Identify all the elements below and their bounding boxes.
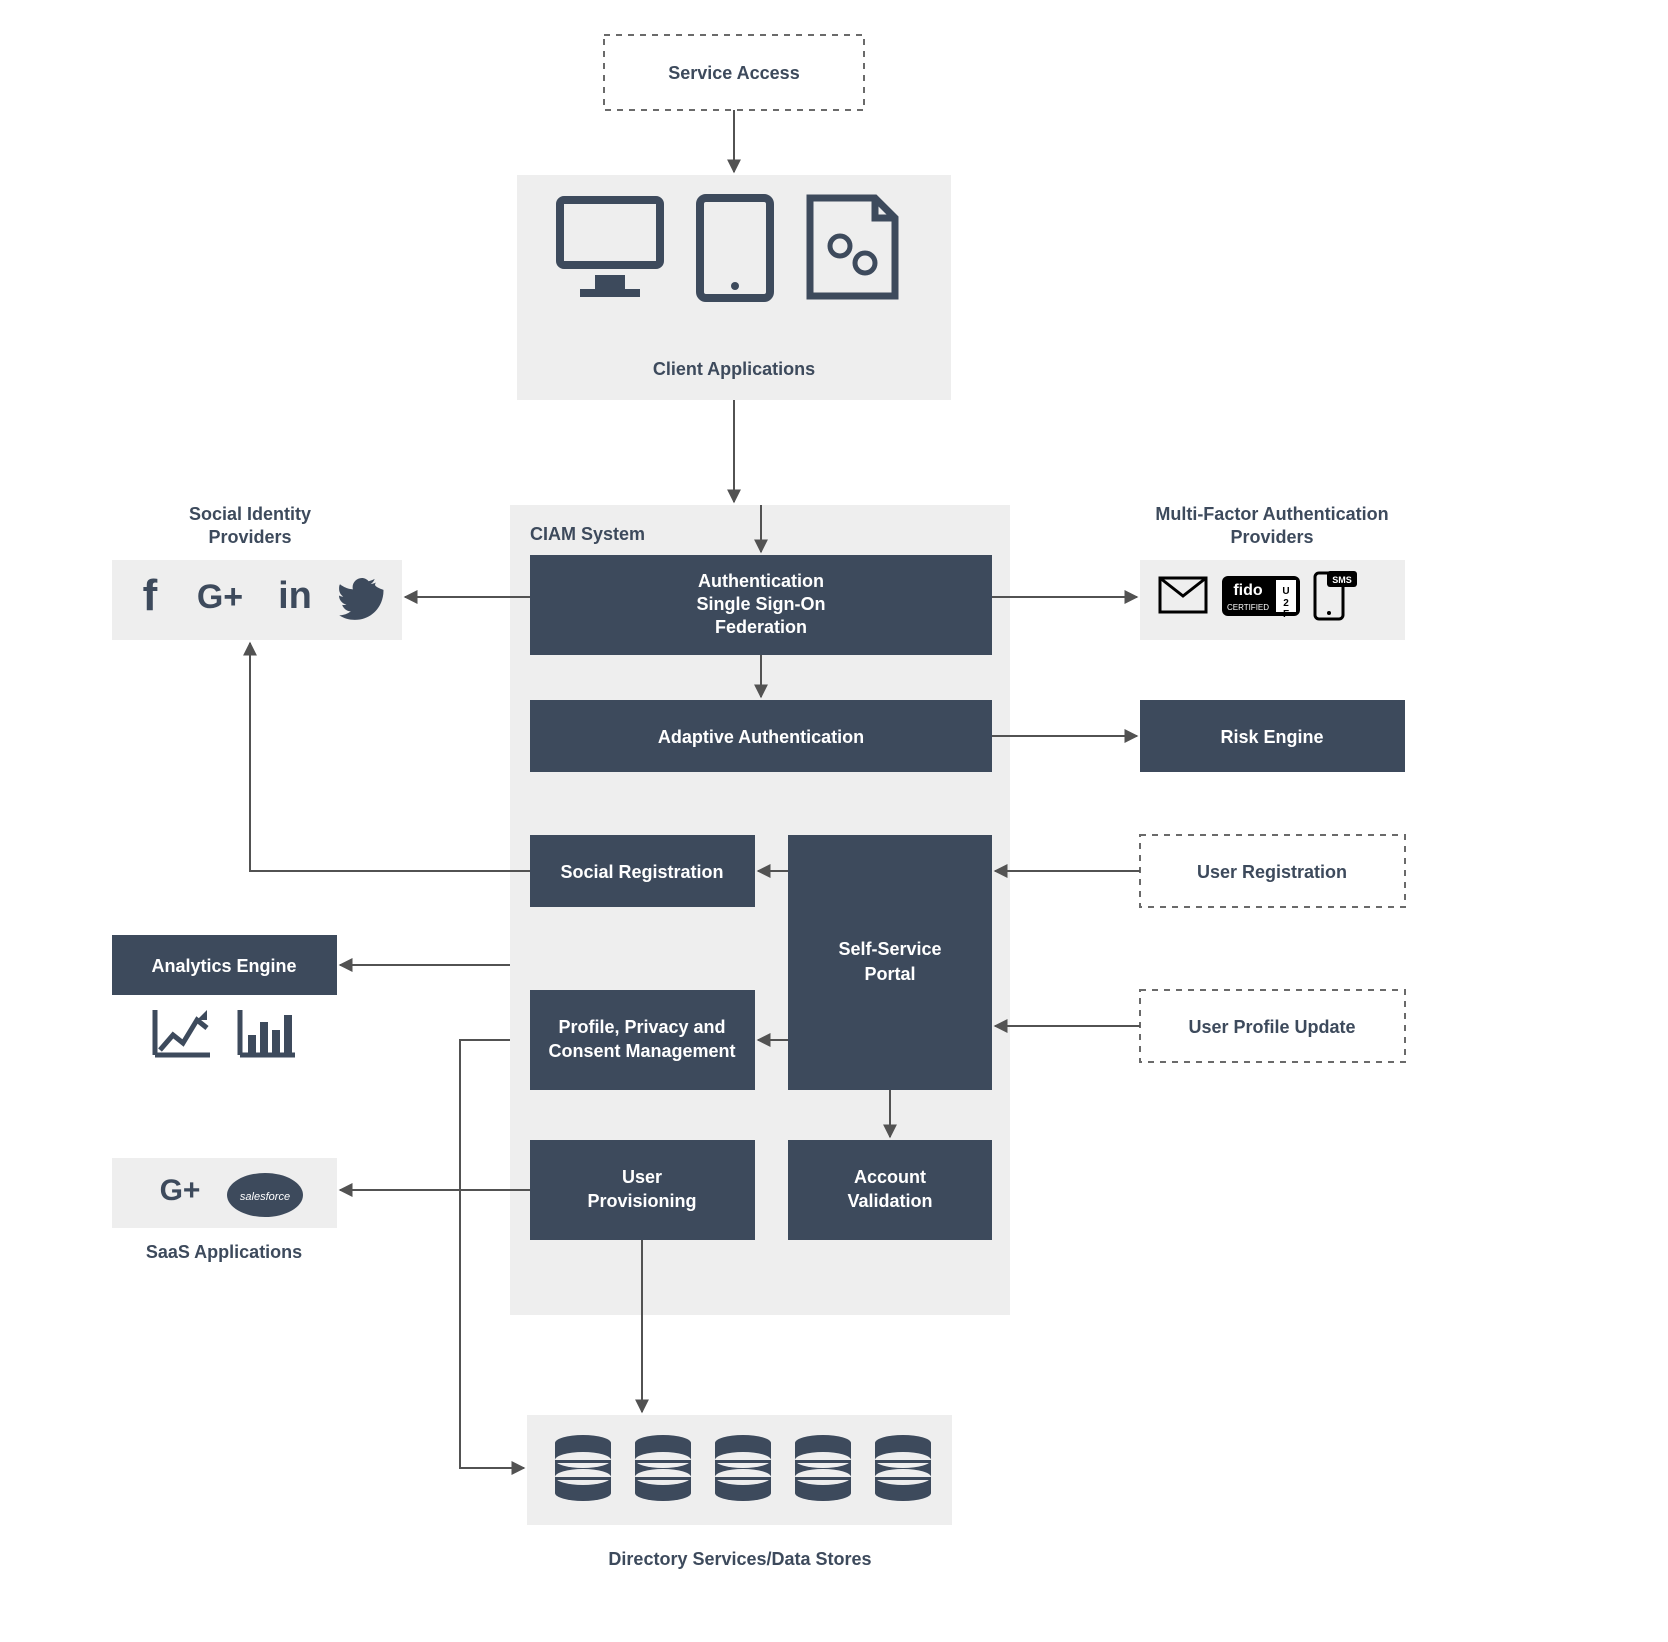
directory-services-label: Directory Services/Data Stores: [608, 1549, 871, 1569]
linkedin-icon: in: [278, 575, 312, 617]
auth-line1: Authentication: [698, 571, 824, 591]
salesforce-icon: salesforce: [227, 1173, 303, 1217]
account-validation-line1: Account: [854, 1167, 926, 1187]
account-validation-line2: Validation: [847, 1191, 932, 1211]
auth-line3: Federation: [715, 617, 807, 637]
mfa-line1: Multi-Factor Authentication: [1155, 504, 1388, 524]
service-access-label: Service Access: [668, 63, 799, 83]
facebook-icon: f: [143, 571, 158, 620]
google-plus-icon: G+: [197, 578, 243, 616]
bar-chart-icon: [240, 1010, 295, 1055]
database-icon: [795, 1435, 851, 1501]
profile-line2: Consent Management: [548, 1041, 735, 1061]
user-provisioning-line2: Provisioning: [587, 1191, 696, 1211]
svg-text:SMS: SMS: [1332, 575, 1352, 585]
svg-text:CERTIFIED: CERTIFIED: [1227, 603, 1269, 612]
client-applications-label: Client Applications: [653, 359, 815, 379]
user-registration-label: User Registration: [1197, 862, 1347, 882]
self-service-portal-box: [788, 835, 992, 1090]
database-icon: [715, 1435, 771, 1501]
line-chart-icon: [155, 1010, 210, 1055]
social-registration-label: Social Registration: [560, 862, 723, 882]
mfa-line2: Providers: [1230, 527, 1313, 547]
ciam-system-title: CIAM System: [530, 524, 645, 544]
svg-text:2: 2: [1283, 598, 1289, 609]
user-provisioning-line1: User: [622, 1167, 662, 1187]
auth-line2: Single Sign-On: [697, 594, 826, 614]
svg-text:fido: fido: [1233, 582, 1263, 599]
adaptive-authentication-label: Adaptive Authentication: [658, 727, 864, 747]
database-icon: [875, 1435, 931, 1501]
google-plus-icon: G+: [160, 1174, 201, 1207]
social-idp-line2: Providers: [208, 527, 291, 547]
analytics-engine-label: Analytics Engine: [151, 956, 296, 976]
svg-text:U: U: [1282, 586, 1289, 597]
social-idp-line1: Social Identity: [189, 504, 311, 524]
saas-applications-panel: [112, 1158, 337, 1228]
risk-engine-label: Risk Engine: [1220, 727, 1323, 747]
arrow-socialreg-to-socialidp: [250, 643, 530, 871]
profile-line1: Profile, Privacy and: [558, 1017, 725, 1037]
saas-applications-label: SaaS Applications: [146, 1242, 302, 1262]
fido-u2f-icon: fido CERTIFIED U 2 F: [1222, 576, 1300, 620]
database-icon: [555, 1435, 611, 1501]
svg-text:F: F: [1283, 609, 1289, 620]
svg-text:salesforce: salesforce: [240, 1191, 290, 1203]
user-profile-update-label: User Profile Update: [1188, 1017, 1355, 1037]
self-service-line2: Portal: [864, 964, 915, 984]
database-icon: [635, 1435, 691, 1501]
self-service-line1: Self-Service: [838, 939, 941, 959]
